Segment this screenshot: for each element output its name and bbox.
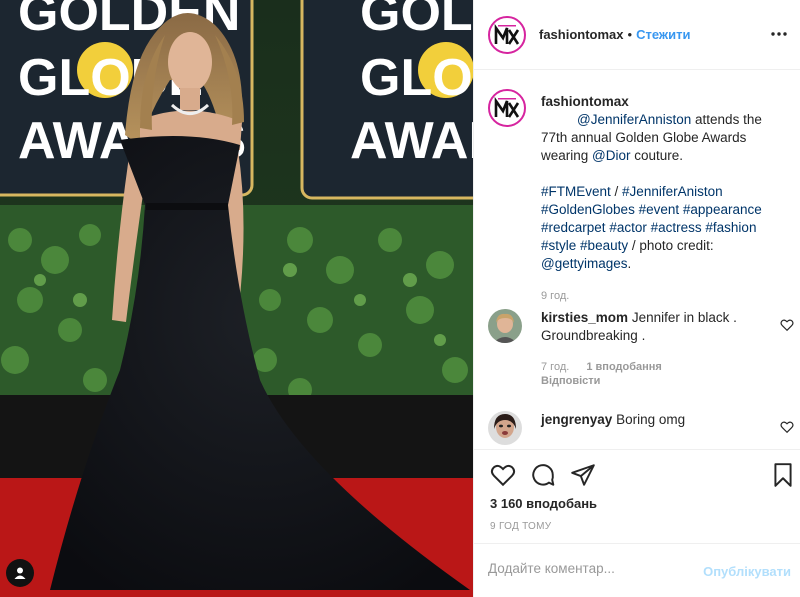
comment-text: Boring omg	[616, 412, 686, 427]
comment-text-block: kirsties_mom Jennifer in black . Groundb…	[541, 309, 751, 345]
more-options-button[interactable]	[767, 22, 791, 46]
author-username[interactable]: fashiontomax	[539, 27, 624, 42]
comment-input[interactable]	[488, 561, 678, 576]
hashtag-actress[interactable]: #actress	[651, 220, 702, 235]
hashtag-jenniferaniston[interactable]: #JenniferAniston	[622, 184, 723, 199]
sign-text-golden-right: GOLDEN	[360, 0, 473, 42]
post-photo[interactable]: GOLDEN GLOBE AWARDS GOLDEN GLOBE AWARDS	[0, 0, 473, 597]
post-timestamp[interactable]: 9 ГОД ТОМУ	[490, 521, 551, 532]
sign-text-globe-right: GLOBE	[360, 49, 473, 107]
comments-list[interactable]: fashiontomax @JenniferAnniston attends t…	[474, 71, 800, 449]
commenter-photo	[488, 411, 522, 445]
hashtag-fashion[interactable]: #fashion	[705, 220, 756, 235]
photo-credit-text: / photo credit:	[628, 238, 714, 253]
caption-end: .	[627, 256, 632, 271]
heart-icon[interactable]	[780, 420, 794, 434]
user-icon	[14, 567, 26, 579]
sign-text-awards-right: AWARDS	[350, 112, 473, 170]
commenter-username[interactable]: jengrenyay	[541, 412, 612, 427]
caption-username[interactable]: fashiontomax	[541, 93, 781, 111]
mention-dior[interactable]: @Dior	[592, 148, 630, 163]
author-avatar[interactable]	[488, 15, 526, 54]
caption-avatar[interactable]	[488, 89, 526, 127]
hashtag-event[interactable]: #event	[639, 202, 680, 217]
heart-icon[interactable]	[780, 318, 794, 332]
commenter-username[interactable]: kirsties_mom	[541, 310, 628, 325]
likes-count[interactable]: 3 160 вподобань	[490, 496, 597, 511]
red-carpet-photo: GOLDEN GLOBE AWARDS GOLDEN GLOBE AWARDS	[0, 0, 473, 597]
commenter-avatar[interactable]	[488, 411, 522, 445]
hashtag-beauty[interactable]: #beauty	[580, 238, 628, 253]
mention-jennifer-anniston[interactable]: @JenniferAnniston	[577, 112, 691, 127]
comment-time[interactable]: 7 год.	[541, 361, 569, 373]
caption-time[interactable]: 9 год.	[541, 287, 781, 305]
comment-meta: 7 год. 1 вподобання	[541, 361, 662, 373]
brand-logo-icon	[494, 23, 520, 45]
hashtag-redcarpet[interactable]: #redcarpet	[541, 220, 606, 235]
commenter-photo	[488, 309, 522, 343]
add-comment-bar: Опублікувати	[474, 543, 800, 597]
hashtag-actor[interactable]: #actor	[609, 220, 647, 235]
heart-icon[interactable]	[490, 462, 516, 488]
hashtag-style[interactable]: #style	[541, 238, 576, 253]
reply-button[interactable]: Відповісти	[541, 375, 600, 387]
hashtag-goldenglobes[interactable]: #GoldenGlobes	[541, 202, 635, 217]
comment-likes[interactable]: 1 вподобання	[586, 361, 661, 373]
share-icon[interactable]	[570, 462, 596, 488]
header-separator: •	[627, 27, 633, 42]
post-side-panel: fashiontomax • Стежити fashiontomax @Jen…	[473, 0, 800, 597]
publish-button[interactable]: Опублікувати	[703, 564, 791, 579]
post-header: fashiontomax • Стежити	[474, 0, 800, 70]
post-actions: 3 160 вподобань 9 ГОД ТОМУ	[474, 449, 800, 543]
brand-logo-icon	[494, 97, 520, 118]
commenter-avatar[interactable]	[488, 309, 522, 343]
caption-text: fashiontomax @JenniferAnniston attends t…	[541, 93, 781, 305]
bookmark-icon[interactable]	[770, 462, 796, 488]
caption-separator: /	[610, 184, 623, 199]
more-horizontal-icon	[771, 32, 787, 36]
caption-text-2: couture.	[630, 148, 684, 163]
mention-gettyimages[interactable]: @gettyimages	[541, 256, 628, 271]
comment-text-block: jengrenyay Boring omg	[541, 411, 751, 429]
hashtag-ftmevent[interactable]: #FTMEvent	[541, 184, 611, 199]
follow-button[interactable]: Стежити	[636, 27, 690, 42]
tagged-users-button[interactable]	[6, 559, 34, 587]
hashtag-appearance[interactable]: #appearance	[683, 202, 762, 217]
comment-icon[interactable]	[530, 462, 556, 488]
